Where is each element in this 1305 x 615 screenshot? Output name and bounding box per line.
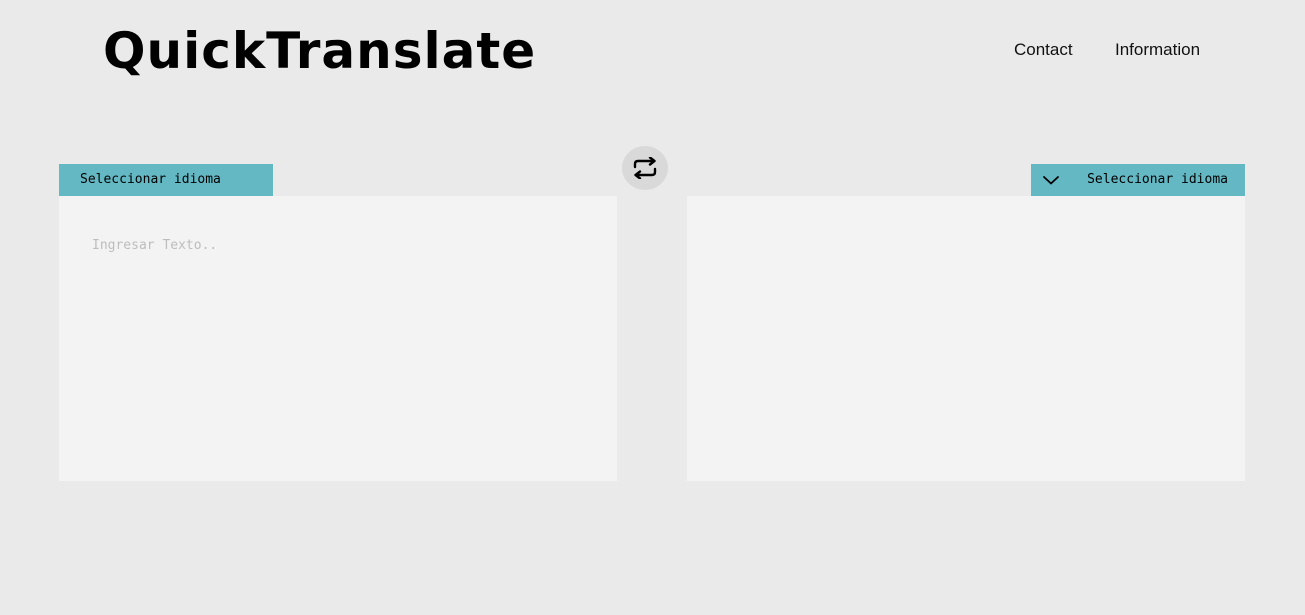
source-text-input[interactable] — [59, 196, 617, 481]
translation-output-panel — [687, 196, 1245, 481]
chevron-down-icon — [1043, 176, 1059, 185]
nav-link-information[interactable]: Information — [1115, 39, 1200, 61]
nav-link-contact[interactable]: Contact — [1014, 39, 1073, 61]
source-text-panel — [59, 196, 617, 481]
source-language-label: Seleccionar idioma — [80, 172, 221, 187]
app-logo: QuickTranslate — [103, 22, 537, 80]
source-language-select[interactable]: Seleccionar idioma — [59, 164, 273, 196]
swap-arrows-icon — [633, 157, 657, 179]
swap-languages-button[interactable] — [622, 146, 668, 190]
target-language-label: Seleccionar idioma — [1087, 172, 1228, 187]
target-language-select[interactable]: Seleccionar idioma — [1031, 164, 1245, 196]
